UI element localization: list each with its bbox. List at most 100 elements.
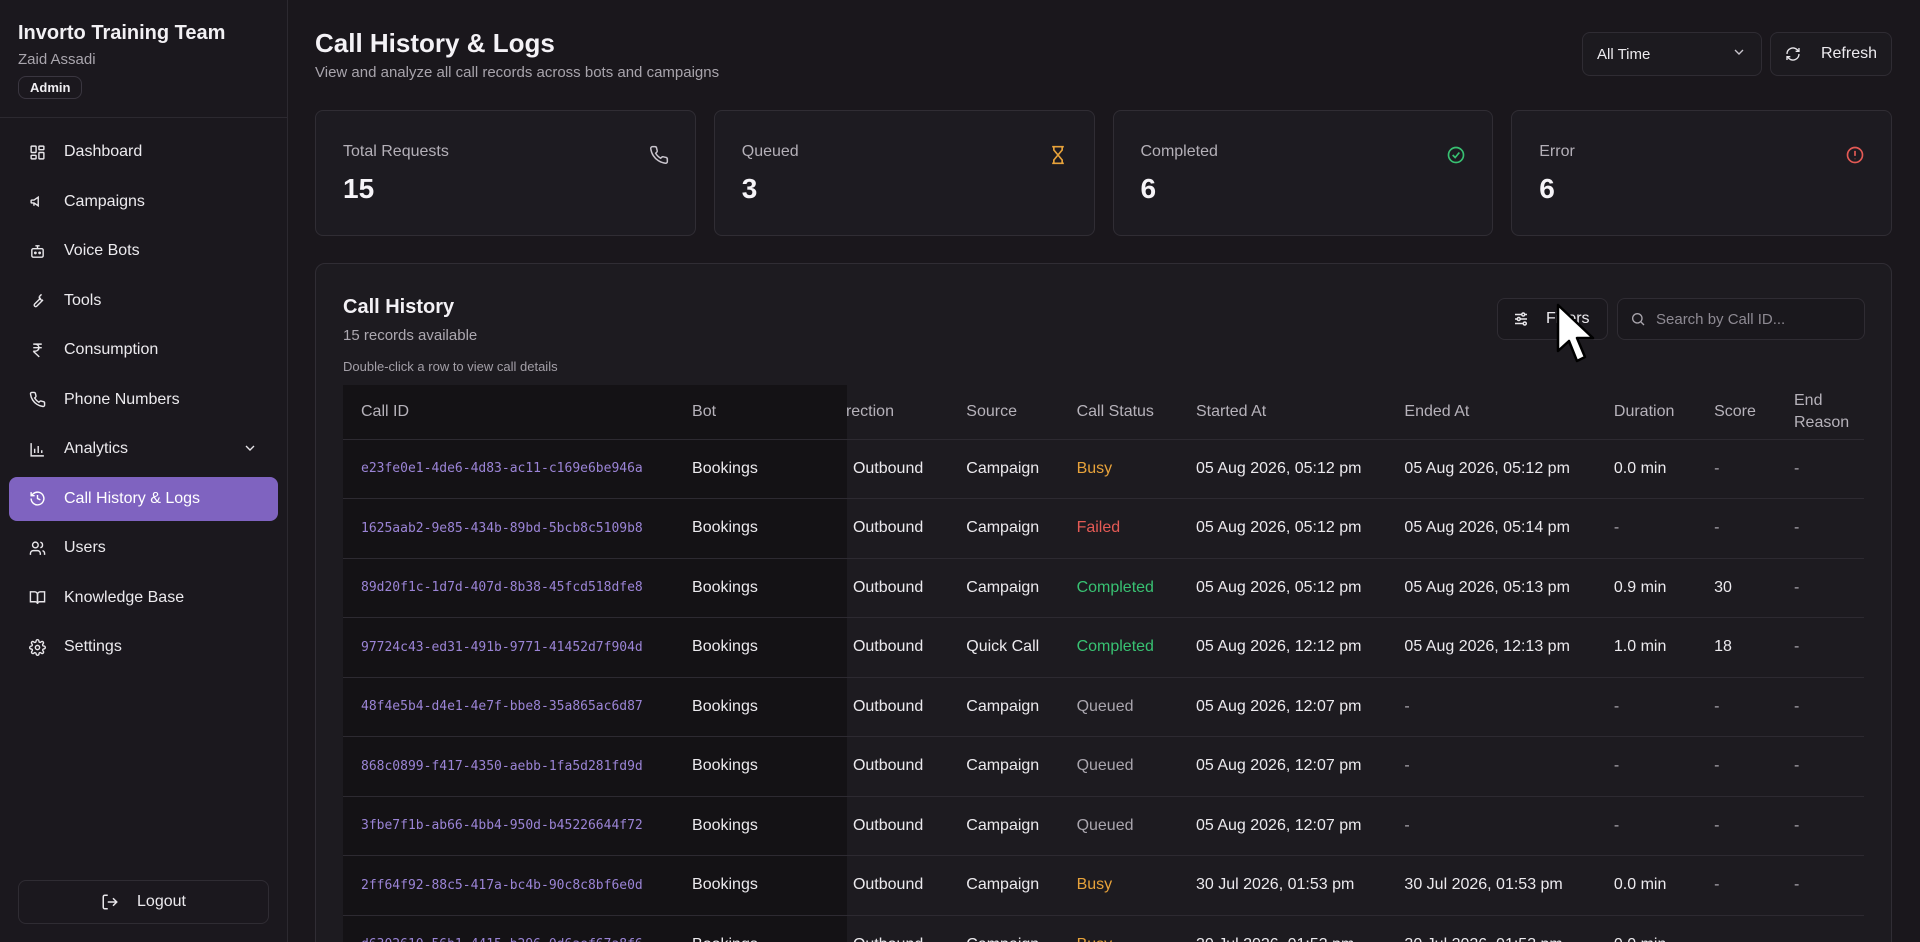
sidebar-item-label: Call History & Logs	[64, 489, 201, 507]
cell-source: Campaign	[958, 736, 1069, 797]
filters-button[interactable]: Filters	[1497, 298, 1608, 340]
alert-circle-icon	[1846, 146, 1864, 164]
cell-started-at: 05 Aug 2026, 05:12 pm	[1187, 498, 1397, 559]
column-header-call-status[interactable]: Call Status	[1068, 385, 1188, 440]
call-history-table: Call ID Bot rection Source Call Status S…	[343, 385, 1864, 942]
cell-source: Campaign	[958, 498, 1069, 559]
sidebar-nav: Dashboard Campaigns Voice Bots Tools Con…	[0, 118, 287, 687]
cell-call-id[interactable]: 48f4e5b4-d4e1-4e7f-bbe8-35a865ac6d87	[343, 677, 685, 737]
cell-bot: Bookings	[684, 617, 847, 678]
cell-source: Campaign	[958, 439, 1069, 499]
cell-duration: -	[1605, 498, 1707, 559]
table-row[interactable]: 48f4e5b4-d4e1-4e7f-bbe8-35a865ac6d87 Book…	[343, 677, 1864, 737]
cell-call-id[interactable]: 2ff64f92-88c5-417a-bc4b-90c8c8bf6e0d	[343, 855, 685, 916]
role-badge: Admin	[18, 76, 83, 99]
column-header-call-id[interactable]: Call ID	[343, 385, 685, 440]
cell-ended-at: 05 Aug 2026, 12:13 pm	[1396, 617, 1606, 678]
sidebar-item-dashboard[interactable]: Dashboard	[9, 130, 278, 174]
phone-icon	[649, 145, 668, 164]
stat-label: Total Requests	[343, 143, 449, 160]
column-header-direction[interactable]: rection	[846, 385, 959, 440]
app-root: Invorto Training Team Zaid Assadi Admin …	[0, 0, 1920, 942]
cell-call-id[interactable]: 868c0899-f417-4350-aebb-1fa5d281fd9d	[343, 736, 685, 797]
hourglass-icon	[1051, 145, 1064, 165]
search-box[interactable]	[1617, 298, 1865, 340]
cell-bot: Bookings	[684, 439, 847, 499]
cell-started-at: 05 Aug 2026, 12:12 pm	[1187, 617, 1397, 678]
sidebar-item-label: Voice Bots	[64, 242, 140, 259]
cell-call-id[interactable]: e23fe0e1-4de6-4d83-ac11-c169e6be946a	[343, 439, 685, 499]
table-row[interactable]: 2ff64f92-88c5-417a-bc4b-90c8c8bf6e0d Book…	[343, 855, 1864, 916]
table-row[interactable]: 868c0899-f417-4350-aebb-1fa5d281fd9d Book…	[343, 736, 1864, 797]
history-icon	[28, 490, 46, 508]
sidebar-item-knowledge-base[interactable]: Knowledge Base	[9, 576, 278, 620]
logout-icon	[102, 894, 118, 910]
cell-ended-at: 05 Aug 2026, 05:13 pm	[1396, 558, 1606, 618]
cell-source: Campaign	[958, 558, 1069, 618]
sidebar-item-campaigns[interactable]: Campaigns	[9, 180, 278, 224]
sidebar-item-call-history[interactable]: Call History & Logs	[9, 476, 278, 521]
refresh-button[interactable]: Refresh	[1770, 32, 1892, 76]
book-icon	[28, 589, 46, 607]
table-row[interactable]: 97724c43-ed31-491b-9771-41452d7f904d Book…	[343, 617, 1864, 678]
sidebar-item-settings[interactable]: Settings	[9, 625, 278, 669]
cell-direction: Outbound	[846, 558, 959, 618]
cell-source: Campaign	[958, 677, 1069, 737]
sliders-icon	[1515, 312, 1527, 326]
cell-call-id[interactable]: 1625aab2-9e85-434b-89bd-5bcb8c5109b8	[343, 498, 685, 559]
sidebar-item-voice-bots[interactable]: Voice Bots	[9, 229, 278, 273]
cell-duration: -	[1605, 796, 1707, 856]
column-header-end-reason[interactable]: End Reason	[1786, 385, 1864, 440]
search-input[interactable]	[1656, 310, 1846, 328]
table-row[interactable]: 1625aab2-9e85-434b-89bd-5bcb8c5109b8 Book…	[343, 498, 1864, 559]
cell-duration: 0.0 min	[1605, 915, 1707, 942]
table-row[interactable]: 89d20f1c-1d7d-407d-8b38-45fcd518dfe8 Book…	[343, 558, 1864, 618]
sidebar-item-label: Settings	[64, 638, 122, 655]
sidebar-item-phone-numbers[interactable]: Phone Numbers	[9, 378, 278, 422]
column-header-bot[interactable]: Bot	[684, 385, 847, 440]
sidebar-item-users[interactable]: Users	[9, 526, 278, 570]
cell-call-id[interactable]: 89d20f1c-1d7d-407d-8b38-45fcd518dfe8	[343, 558, 685, 618]
sidebar-item-analytics[interactable]: Analytics	[9, 427, 278, 471]
page-title: Call History & Logs	[315, 28, 555, 58]
cell-call-status: Completed	[1068, 617, 1188, 678]
cell-call-status: Busy	[1068, 855, 1188, 916]
table-row[interactable]: 3fbe7f1b-ab66-4bb4-950d-b45226644f72 Book…	[343, 796, 1864, 856]
column-header-duration[interactable]: Duration	[1605, 385, 1707, 440]
column-header-started-at[interactable]: Started At	[1187, 385, 1397, 440]
cell-end-reason: -	[1786, 915, 1864, 942]
stats-row: Total Requests 15 Queued 3 Completed 6 E…	[315, 110, 1892, 236]
column-header-score[interactable]: Score	[1706, 385, 1786, 440]
cell-call-id[interactable]: 3fbe7f1b-ab66-4bb4-950d-b45226644f72	[343, 796, 685, 856]
column-header-source[interactable]: Source	[958, 385, 1069, 440]
column-header-ended-at[interactable]: Ended At	[1396, 385, 1606, 440]
cell-direction: Outbound	[846, 855, 959, 916]
cell-end-reason: -	[1786, 677, 1864, 737]
cell-call-id[interactable]: d6302610-56b1-4415-b296-0d6aef67a8f6	[343, 915, 685, 942]
cell-call-id[interactable]: 97724c43-ed31-491b-9771-41452d7f904d	[343, 617, 685, 678]
logout-button[interactable]: Logout	[18, 880, 269, 924]
table-row[interactable]: e23fe0e1-4de6-4d83-ac11-c169e6be946a Book…	[343, 439, 1864, 499]
cell-end-reason: -	[1786, 439, 1864, 499]
sidebar-item-tools[interactable]: Tools	[9, 279, 278, 323]
cell-end-reason: -	[1786, 617, 1864, 678]
page-subtitle: View and analyze all call records across…	[315, 64, 720, 81]
cell-duration: 1.0 min	[1605, 617, 1707, 678]
stat-card-completed: Completed 6	[1112, 110, 1494, 236]
check-circle-icon	[1447, 146, 1465, 164]
cell-source: Quick Call	[958, 617, 1069, 678]
sidebar-item-label: Tools	[64, 291, 102, 309]
cell-call-status: Busy	[1068, 915, 1188, 942]
cell-end-reason: -	[1786, 558, 1864, 618]
stat-label: Completed	[1140, 143, 1218, 160]
time-range-select[interactable]: All Time	[1582, 32, 1762, 76]
section-title: Call History	[343, 296, 455, 318]
cell-started-at: 05 Aug 2026, 05:12 pm	[1187, 439, 1397, 499]
cell-direction: Outbound	[846, 617, 959, 678]
sidebar-item-consumption[interactable]: Consumption	[9, 328, 278, 372]
cell-call-status: Queued	[1068, 796, 1188, 856]
table-row[interactable]: d6302610-56b1-4415-b296-0d6aef67a8f6Book…	[343, 915, 1864, 942]
chevron-down-icon[interactable]	[242, 440, 258, 461]
sidebar-item-label: Knowledge Base	[64, 588, 185, 606]
cell-score: -	[1706, 736, 1786, 797]
